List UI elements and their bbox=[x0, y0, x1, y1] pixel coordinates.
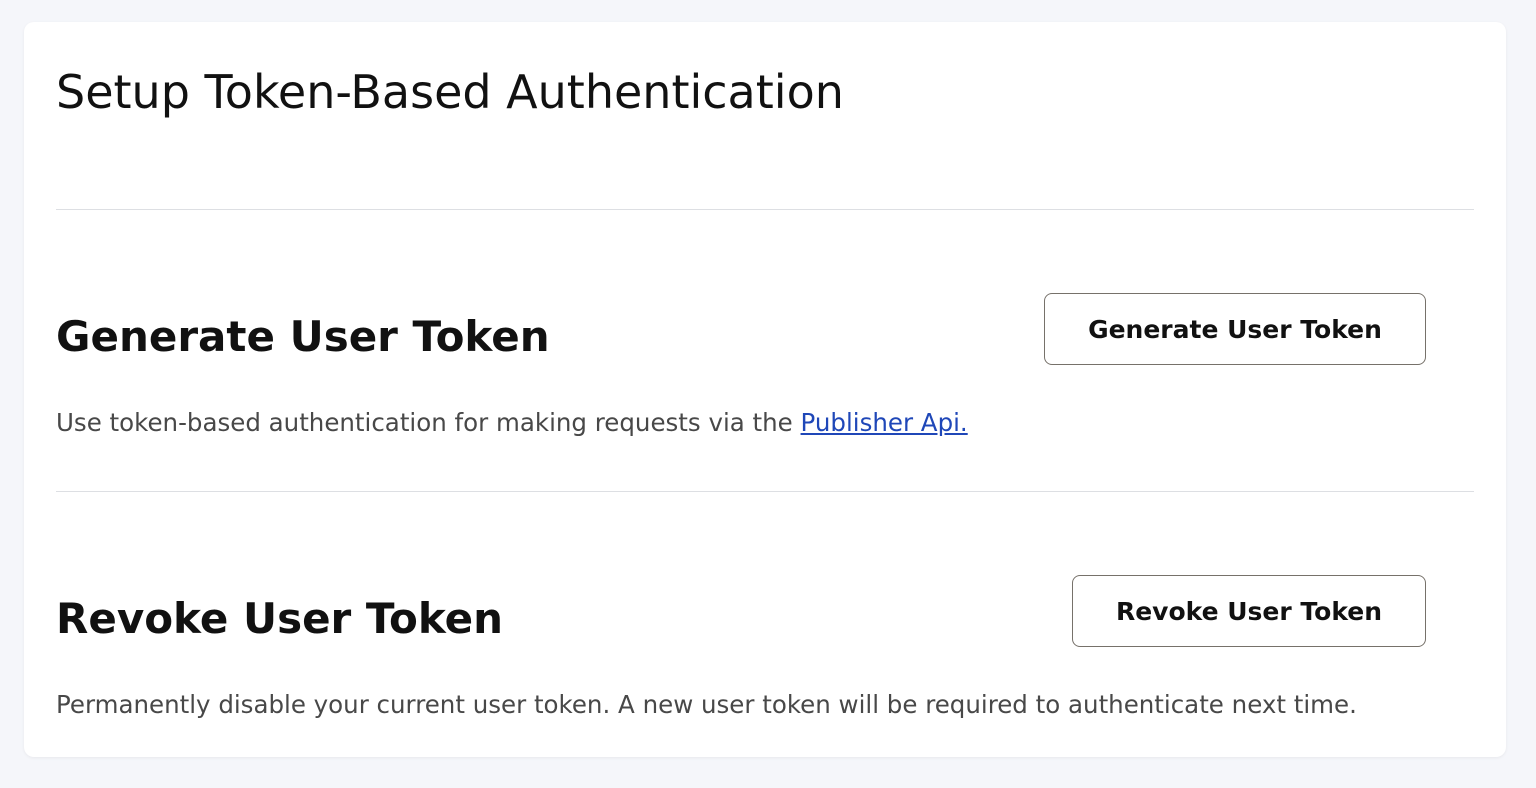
revoke-token-description: Permanently disable your current user to… bbox=[56, 690, 1357, 719]
generate-token-title: Generate User Token bbox=[56, 312, 550, 361]
token-auth-card: Setup Token-Based Authentication Generat… bbox=[24, 22, 1506, 757]
page-title: Setup Token-Based Authentication bbox=[56, 65, 844, 119]
generate-token-button[interactable]: Generate User Token bbox=[1044, 293, 1426, 365]
publisher-api-link[interactable]: Publisher Api. bbox=[801, 408, 968, 437]
section-divider bbox=[56, 209, 1474, 210]
section-divider bbox=[56, 491, 1474, 492]
generate-token-description: Use token-based authentication for makin… bbox=[56, 406, 968, 440]
generate-token-description-text: Use token-based authentication for makin… bbox=[56, 408, 801, 437]
revoke-token-button[interactable]: Revoke User Token bbox=[1072, 575, 1426, 647]
revoke-token-title: Revoke User Token bbox=[56, 594, 504, 643]
